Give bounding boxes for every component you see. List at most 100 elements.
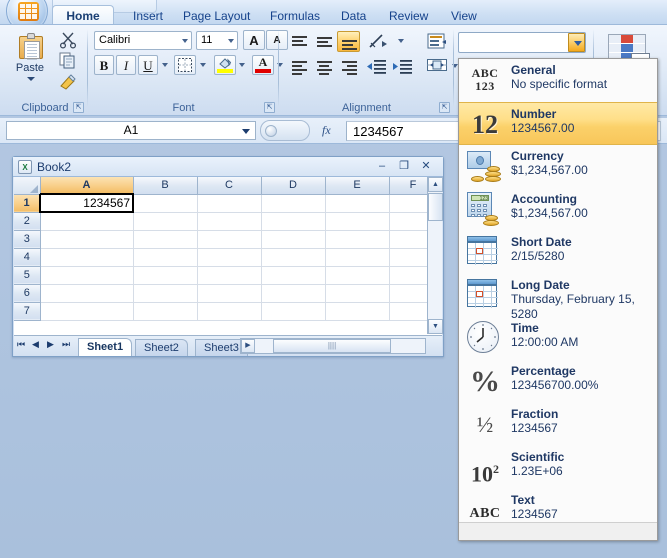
alignment-dialog-launcher[interactable]: ⇱ [439,102,450,113]
cell-c5[interactable] [197,266,262,285]
cell-d7[interactable] [261,302,326,321]
underline-button[interactable]: U [138,55,158,75]
number-format-item-number[interactable]: 12 Number 1234567.00 [459,102,657,145]
number-format-combobox[interactable] [458,32,586,53]
number-format-item-accounting[interactable]: 123 Accounting $1,234,567.00 [459,188,657,231]
chevron-down-icon[interactable] [242,129,250,134]
underline-dropdown-arrow-icon[interactable] [162,63,168,67]
format-painter-button[interactable] [58,72,78,91]
nav-prev-sheet-button[interactable]: ◀ [32,339,39,350]
nav-last-sheet-button[interactable]: ⏭ [62,339,70,350]
number-format-item-short-date[interactable]: Short Date 2/15/5280 [459,231,657,274]
sheet-tab-sheet2[interactable]: Sheet2 [135,339,188,356]
font-color-button[interactable]: A [252,55,274,75]
number-format-item-general[interactable]: ABC 123 General No specific format [459,59,657,102]
cell-d4[interactable] [261,248,326,267]
select-all-corner[interactable] [14,177,41,195]
cell-e7[interactable] [325,302,390,321]
workbook-close-button[interactable]: ✕ [417,159,435,174]
align-top-button[interactable] [287,31,310,52]
column-header-b[interactable]: B [133,177,198,195]
column-header-c[interactable]: C [197,177,262,195]
name-box[interactable]: A1 [6,121,256,140]
row-header-7[interactable]: 7 [14,302,41,321]
cell-c7[interactable] [197,302,262,321]
cell-e2[interactable] [325,212,390,231]
cell-b1[interactable] [133,194,198,213]
horizontal-scrollbar[interactable]: ◀ |||| ▶ [240,338,426,354]
paste-button[interactable]: Paste [8,30,52,92]
decrease-indent-button[interactable] [365,56,390,77]
column-header-e[interactable]: E [325,177,390,195]
formula-bar-toggle[interactable] [260,120,310,141]
row-header-2[interactable]: 2 [14,212,41,231]
vertical-scroll-thumb[interactable] [428,193,443,221]
cell-d5[interactable] [261,266,326,285]
orientation-dropdown-arrow-icon[interactable] [398,39,404,43]
cell-a1[interactable]: 1234567 [39,193,134,213]
cell-d3[interactable] [261,230,326,249]
workbook-minimize-button[interactable]: – [373,159,391,174]
cell-e1[interactable] [325,194,390,213]
font-dialog-launcher[interactable]: ⇱ [264,102,275,113]
cell-b3[interactable] [133,230,198,249]
borders-dropdown-arrow-icon[interactable] [200,63,206,67]
align-bottom-button[interactable] [337,31,360,52]
align-left-button[interactable] [287,56,310,77]
sheet-tab-sheet1[interactable]: Sheet1 [78,338,133,356]
cell-b2[interactable] [133,212,198,231]
cell-c6[interactable] [197,284,262,303]
number-format-item-percentage[interactable]: % Percentage 123456700.00% [459,360,657,403]
column-header-d[interactable]: D [261,177,326,195]
scroll-up-button[interactable]: ▲ [428,177,443,192]
cell-b7[interactable] [133,302,198,321]
row-header-3[interactable]: 3 [14,230,41,249]
cell-d1[interactable] [261,194,326,213]
number-format-item-fraction[interactable]: ½ Fraction 1234567 [459,403,657,446]
fill-color-button[interactable] [214,55,236,75]
cell-a3[interactable] [40,230,134,249]
increase-indent-button[interactable] [391,56,416,77]
scroll-down-button[interactable]: ▼ [428,319,443,334]
cell-b4[interactable] [133,248,198,267]
copy-button[interactable] [58,51,78,70]
merge-and-center-button[interactable] [425,56,449,77]
row-header-5[interactable]: 5 [14,266,41,285]
cell-e6[interactable] [325,284,390,303]
paste-dropdown-arrow-icon[interactable] [27,77,35,81]
row-header-4[interactable]: 4 [14,248,41,267]
cell-e3[interactable] [325,230,390,249]
number-format-item-long-date[interactable]: Long Date Thursday, February 15, 5280 [459,274,657,321]
cell-d2[interactable] [261,212,326,231]
cell-a6[interactable] [40,284,134,303]
cell-e4[interactable] [325,248,390,267]
clipboard-dialog-launcher[interactable]: ⇱ [73,102,84,113]
italic-button[interactable]: I [116,55,136,75]
align-middle-button[interactable] [312,31,335,52]
workbook-maximize-button[interactable]: ❐ [395,159,413,174]
cell-c4[interactable] [197,248,262,267]
row-header-1[interactable]: 1 [14,194,41,213]
nav-next-sheet-button[interactable]: ▶ [47,339,54,350]
horizontal-scroll-thumb[interactable]: |||| [273,339,391,353]
font-size-combobox[interactable]: 11 [196,31,238,50]
column-header-a[interactable]: A [40,177,134,195]
insert-function-icon[interactable]: fx [322,123,331,138]
cell-a5[interactable] [40,266,134,285]
cell-b6[interactable] [133,284,198,303]
grow-font-button[interactable]: A [243,30,265,50]
cell-b5[interactable] [133,266,198,285]
cell-e5[interactable] [325,266,390,285]
borders-button[interactable] [174,55,196,75]
number-format-item-currency[interactable]: Currency $1,234,567.00 [459,145,657,188]
cell-a4[interactable] [40,248,134,267]
cell-c1[interactable] [197,194,262,213]
cell-c2[interactable] [197,212,262,231]
font-name-combobox[interactable]: Calibri [94,31,192,50]
cell-a7[interactable] [40,302,134,321]
scroll-right-button[interactable]: ▶ [241,339,255,353]
workbook-title-bar[interactable]: X Book2 – ❐ ✕ [13,157,443,177]
cell-a2[interactable] [40,212,134,231]
nav-first-sheet-button[interactable]: ⏮ [17,339,25,350]
align-right-button[interactable] [337,56,360,77]
